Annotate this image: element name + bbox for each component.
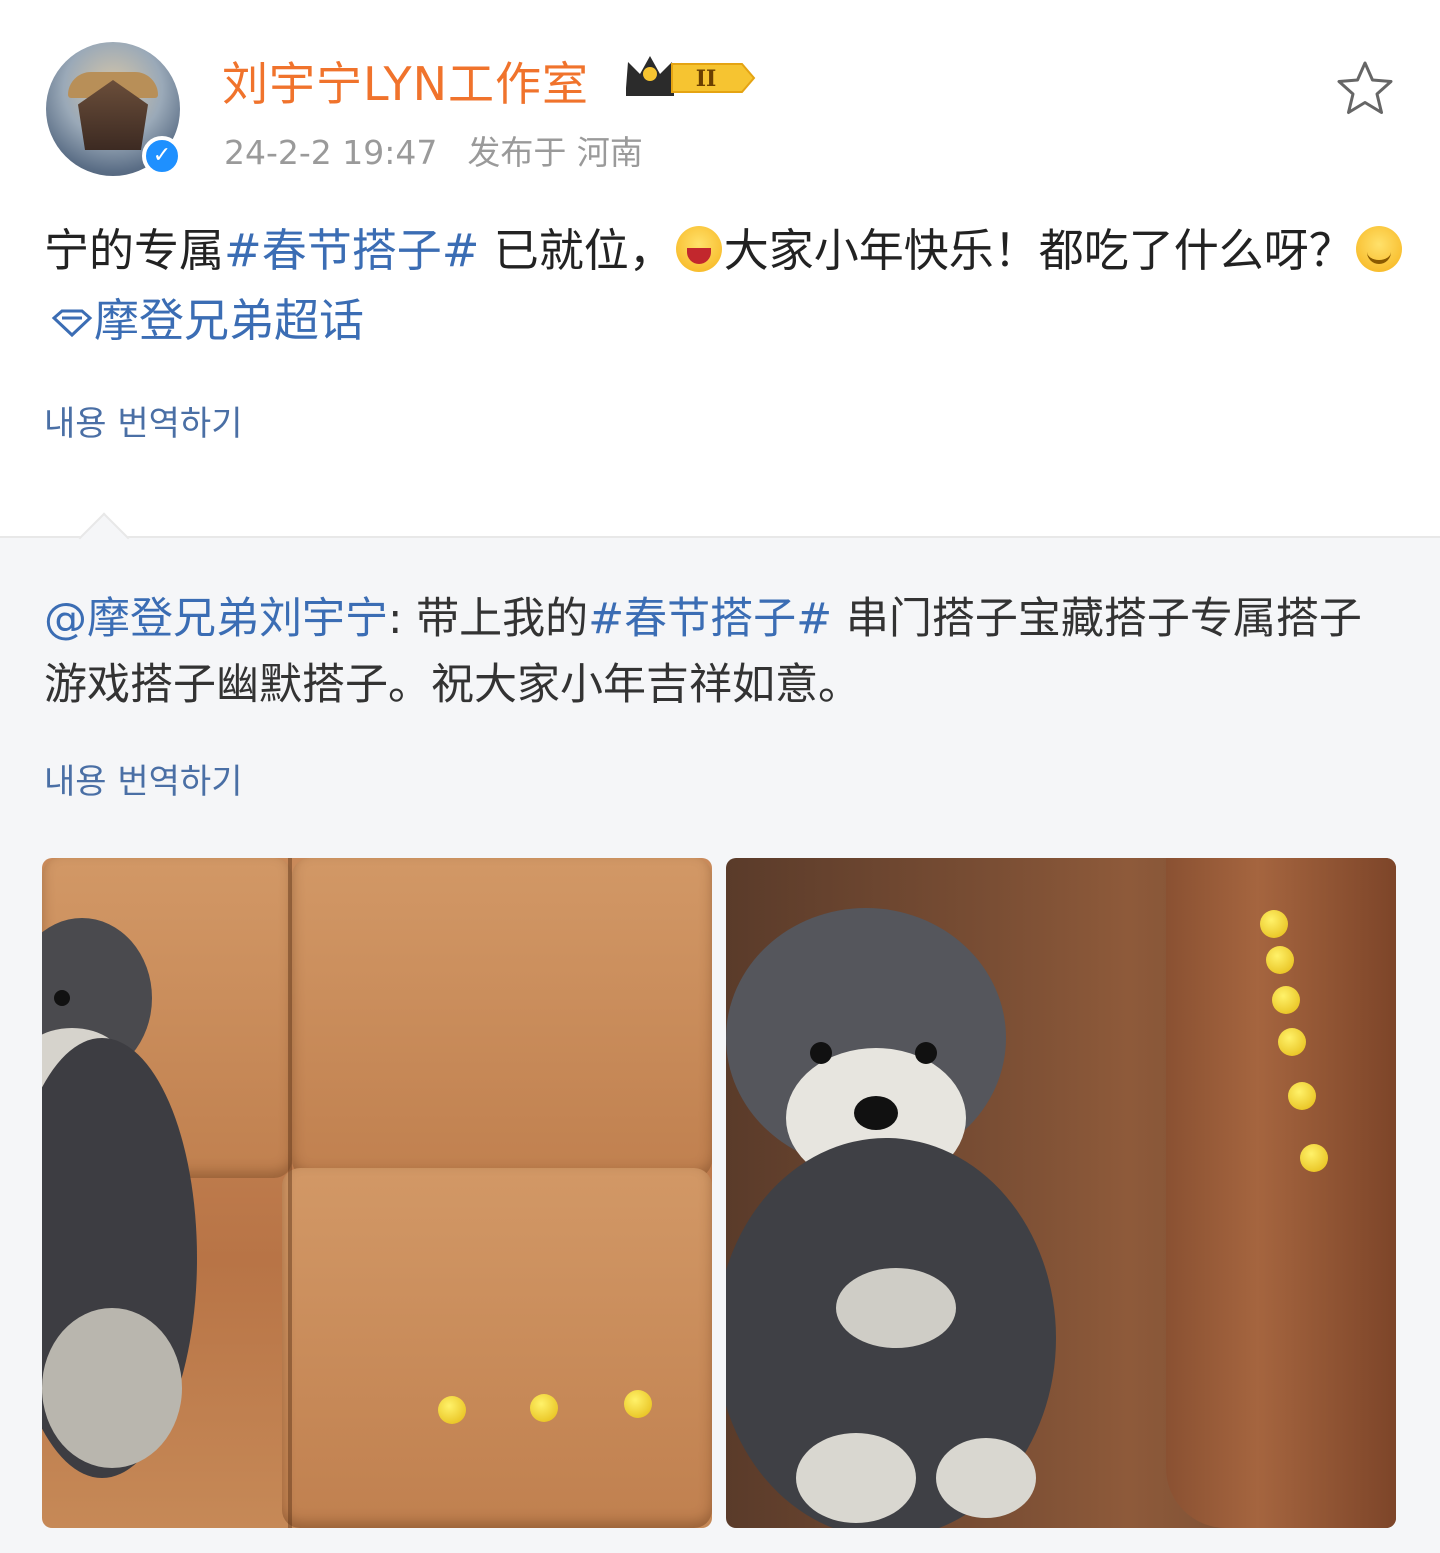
smiling-emoji-icon (1355, 226, 1402, 272)
mention-link[interactable]: @摩登兄弟刘宇宁 (44, 594, 388, 644)
repost-translate-button[interactable]: 내용 번역하기 (44, 754, 243, 803)
yellow-pompom (1300, 1144, 1328, 1172)
sofa-seat-cushion (282, 1168, 712, 1528)
post-header: ✓ 刘宇宁LYN工作室 II 24-2-2 19:47 发布于 河南 (0, 0, 1440, 200)
yellow-pompom (530, 1394, 558, 1422)
diamond-icon (51, 309, 93, 338)
yellow-pompom (1288, 1082, 1316, 1110)
post-text-1: 宁的专属 (44, 224, 225, 277)
repost-card[interactable]: @摩登兄弟刘宇宁: 带上我的#春节搭子# 串门搭子宝藏搭子专属搭子游戏搭子幽默搭… (0, 512, 1440, 1553)
crown-badge-icon[interactable]: II (622, 52, 756, 100)
yellow-pompom (1266, 946, 1294, 974)
post-meta: 24-2-2 19:47 发布于 河南 (224, 126, 673, 174)
photo-dog-on-sofa[interactable] (42, 858, 712, 1528)
post-location: 发布于 河南 (467, 133, 643, 172)
repost-body: @摩登兄弟刘宇宁: 带上我的#春节搭子# 串门搭子宝藏搭子专属搭子游戏搭子幽默搭… (44, 586, 1404, 718)
svg-text:II: II (696, 66, 717, 92)
post-text-2: 已就位， (479, 224, 674, 277)
repost-hashtag-link[interactable]: #春节搭子# (588, 594, 832, 644)
supertopic-link[interactable]: 摩登兄弟超话 (94, 294, 364, 347)
sofa-back-cushion (292, 858, 712, 1178)
post-text-3: 大家小年快乐！都吃了什么呀？ (723, 224, 1354, 277)
username[interactable]: 刘宇宁LYN工作室 (222, 48, 589, 114)
sofa-seam (288, 858, 292, 1528)
laughing-emoji-icon (675, 226, 722, 272)
yellow-pompom (438, 1396, 466, 1424)
yellow-pompom (1260, 910, 1288, 938)
post-body: 宁的专属#春节搭子# 已就位， 大家小年快乐！都吃了什么呀？ 摩登兄弟超话 (44, 216, 1404, 356)
post-timestamp: 24-2-2 19:47 (224, 133, 438, 172)
repost-pointer (78, 512, 130, 564)
yellow-pompom (1272, 986, 1300, 1014)
star-outline-icon[interactable] (1334, 58, 1396, 120)
repost-text-1: : 带上我的 (388, 594, 589, 644)
hashtag-link[interactable]: #春节搭子# (224, 224, 479, 277)
translate-button[interactable]: 내용 번역하기 (44, 396, 243, 445)
yellow-pompom (624, 1390, 652, 1418)
schnauzer-dog (726, 908, 1056, 1528)
photo-dog-by-table[interactable] (726, 858, 1396, 1528)
yellow-pompom (1278, 1028, 1306, 1056)
schnauzer-dog (42, 918, 197, 1478)
verified-check-icon: ✓ (142, 136, 182, 176)
